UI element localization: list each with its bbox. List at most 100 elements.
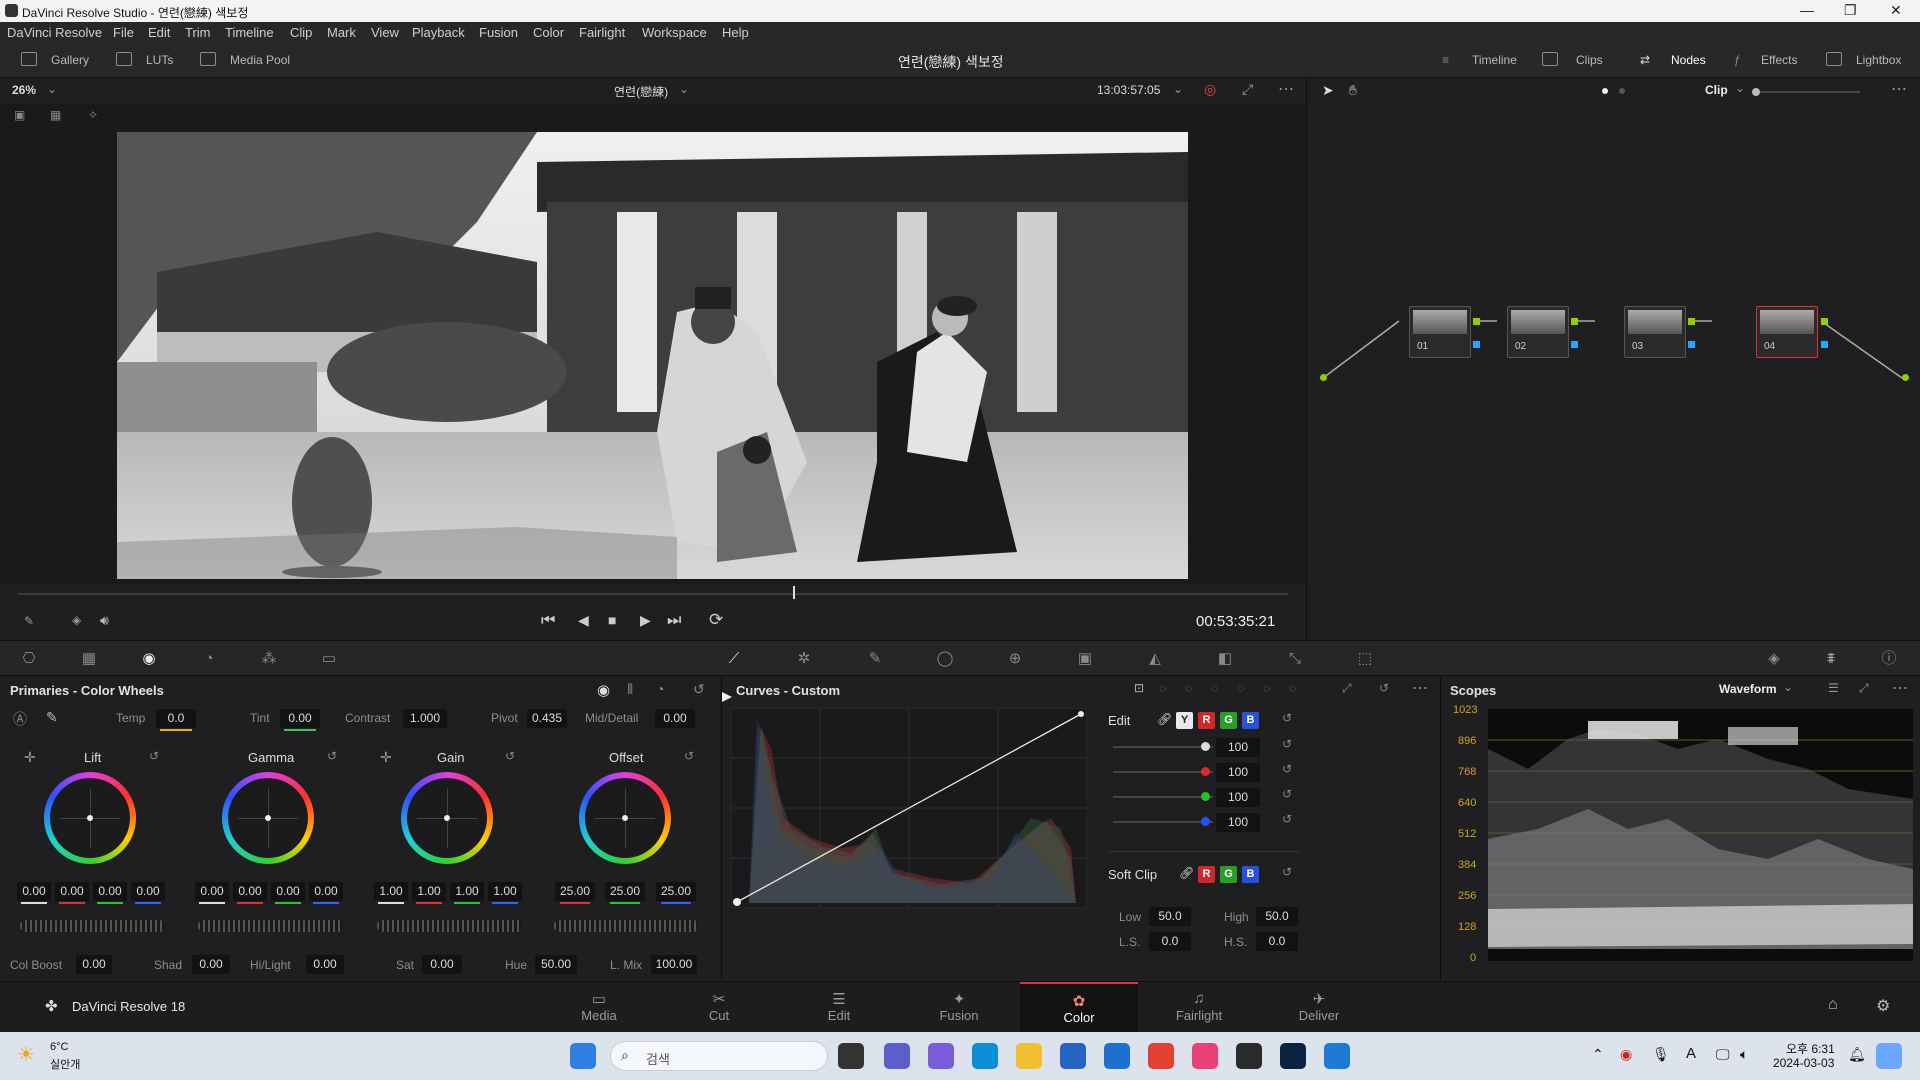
loop-icon[interactable]: ⟳ <box>709 610 723 630</box>
reset-icon[interactable]: ↺ <box>1282 865 1292 879</box>
edge-icon[interactable] <box>972 1043 998 1069</box>
magic-mask-icon[interactable]: ▣ <box>1076 651 1094 667</box>
video-frame[interactable] <box>117 132 1188 579</box>
reset-icon[interactable]: ↺ <box>1282 787 1292 801</box>
gain-r-field[interactable]: 1.00 <box>412 882 446 901</box>
sat-field[interactable]: 0.00 <box>422 955 462 974</box>
microphone-icon[interactable]: 🎙︎ <box>1652 1046 1670 1063</box>
app-icon[interactable] <box>1324 1043 1350 1069</box>
hilight-field[interactable]: 0.00 <box>306 955 344 974</box>
offset-wheel[interactable] <box>579 772 671 864</box>
hs-field[interactable]: 0.0 <box>1256 932 1298 951</box>
temp-field[interactable]: 0.0 <box>156 709 196 728</box>
node-02[interactable]: 02 <box>1507 306 1569 358</box>
windows-start-icon[interactable] <box>570 1043 596 1069</box>
low-field[interactable]: 50.0 <box>1149 907 1191 926</box>
lift-wheel[interactable] <box>44 772 136 864</box>
reset-icon[interactable]: ↺ <box>684 749 694 763</box>
split-view-icon[interactable]: ▦ <box>50 108 61 122</box>
node-output-pin[interactable] <box>1473 318 1480 325</box>
3d-icon[interactable]: ⬚ <box>1356 651 1374 667</box>
gamma-g-field[interactable]: 0.00 <box>271 882 305 901</box>
settings-gear-icon[interactable]: ⚙ <box>1876 996 1890 1016</box>
tracker-icon[interactable]: ⊕ <box>1006 651 1024 667</box>
minimize-icon[interactable]: — <box>1800 2 1814 18</box>
page-fairlight[interactable]: ♫ Fairlight <box>1140 982 1258 1032</box>
lightbox-icon[interactable] <box>1826 52 1842 66</box>
colboost-field[interactable]: 0.00 <box>76 955 112 974</box>
chevron-down-icon[interactable]: ⌄ <box>679 82 689 96</box>
node-01[interactable]: 01 <box>1409 306 1471 358</box>
chevron-down-icon[interactable]: ⌄ <box>1783 680 1793 694</box>
b-intensity-slider[interactable] <box>1113 821 1213 823</box>
hdr-icon[interactable]: ◔ <box>200 651 218 667</box>
hue-sat-icon[interactable]: ◌ <box>1185 681 1192 695</box>
reset-icon[interactable]: ↺ <box>327 749 337 763</box>
home-icon[interactable]: ⌂ <box>1828 996 1838 1014</box>
chevron-down-icon[interactable]: ⌄ <box>47 82 57 96</box>
curve-graph[interactable] <box>731 708 1087 908</box>
clips-icon[interactable] <box>1542 52 1558 66</box>
softclip-g-button[interactable]: G <box>1220 866 1237 883</box>
b-intensity-field[interactable]: 100 <box>1216 813 1260 832</box>
gain-y-field[interactable]: 1.00 <box>374 882 408 901</box>
node-03[interactable]: 03 <box>1624 306 1686 358</box>
store-icon[interactable] <box>1060 1043 1086 1069</box>
g-intensity-slider[interactable] <box>1113 796 1213 798</box>
reset-icon[interactable]: ↺ <box>1379 681 1389 695</box>
gamma-r-field[interactable]: 0.00 <box>233 882 267 901</box>
menu-fusion[interactable]: Fusion <box>479 25 518 40</box>
lift-master-jog[interactable] <box>20 920 165 932</box>
more-options-icon[interactable]: ⋯ <box>1892 678 1908 698</box>
layers-icon[interactable]: ◈ <box>72 613 81 627</box>
menu-color[interactable]: Color <box>533 25 564 40</box>
ls-field[interactable]: 0.0 <box>1149 932 1191 951</box>
effects-icon[interactable]: ƒ <box>1734 53 1741 67</box>
expand-icon[interactable]: ⤢ <box>1859 681 1869 696</box>
menu-mark[interactable]: Mark <box>327 25 356 40</box>
node-key-pin[interactable] <box>1473 341 1480 348</box>
teams-icon[interactable] <box>884 1043 910 1069</box>
copilot-pre-icon[interactable] <box>1876 1043 1902 1069</box>
gamma-wheel[interactable] <box>222 772 314 864</box>
softclip-b-button[interactable]: B <box>1242 866 1259 883</box>
r-intensity-handle[interactable] <box>1201 767 1210 776</box>
g-intensity-handle[interactable] <box>1201 792 1210 801</box>
output-pin-icon[interactable] <box>1902 374 1909 381</box>
luts-icon[interactable] <box>116 52 132 66</box>
link-icon[interactable]: 🔗︎ <box>1179 866 1194 880</box>
menu-fairlight[interactable]: Fairlight <box>579 25 625 40</box>
copilot-icon[interactable] <box>928 1043 954 1069</box>
reset-icon[interactable]: ↺ <box>1282 762 1292 776</box>
link-icon[interactable]: 🔗︎ <box>1157 712 1172 726</box>
key-icon[interactable]: ◧ <box>1216 651 1234 667</box>
wheels-mode-icon[interactable]: ◉ <box>597 681 610 699</box>
menu-timeline[interactable]: Timeline <box>225 25 274 40</box>
sizing-icon[interactable]: ⤡ <box>1286 651 1304 667</box>
menu-workspace[interactable]: Workspace <box>642 25 707 40</box>
task-view-icon[interactable] <box>838 1043 864 1069</box>
scope-settings-icon[interactable]: ☰ <box>1828 681 1839 695</box>
node-editor[interactable]: ➤ ✋︎ Clip ⌄ ⋯ 01 02 03 04 <box>1306 78 1920 640</box>
scrub-track[interactable] <box>18 593 1288 595</box>
crosshair-icon[interactable]: ✛ <box>380 749 392 766</box>
menu-clip[interactable]: Clip <box>290 25 312 40</box>
page-edit[interactable]: ☰ Edit <box>780 982 898 1032</box>
stills-icon[interactable]: ◈ <box>1765 651 1783 667</box>
reset-icon[interactable]: ↺ <box>149 749 159 763</box>
camera-raw-icon[interactable]: ⎔ <box>20 651 38 667</box>
hue-hue-icon[interactable]: ◌ <box>1159 681 1166 695</box>
lift-g-field[interactable]: 0.00 <box>93 882 127 901</box>
photoshop-icon[interactable] <box>1280 1043 1306 1069</box>
close-icon[interactable]: ✕ <box>1890 2 1902 19</box>
gamma-y-field[interactable]: 0.00 <box>195 882 229 901</box>
fullscreen-icon[interactable]: ⤢ <box>1242 81 1253 98</box>
node-output-pin[interactable] <box>1821 318 1828 325</box>
softclip-r-button[interactable]: R <box>1198 866 1215 883</box>
auto-balance-icon[interactable]: Ⓐ <box>13 709 27 729</box>
b-intensity-handle[interactable] <box>1201 817 1210 826</box>
curve-start-handle[interactable] <box>722 692 732 702</box>
menu-trim[interactable]: Trim <box>185 25 211 40</box>
gamma-b-field[interactable]: 0.00 <box>309 882 343 901</box>
notification-bell-icon[interactable]: 🔔︎ <box>1848 1046 1866 1063</box>
